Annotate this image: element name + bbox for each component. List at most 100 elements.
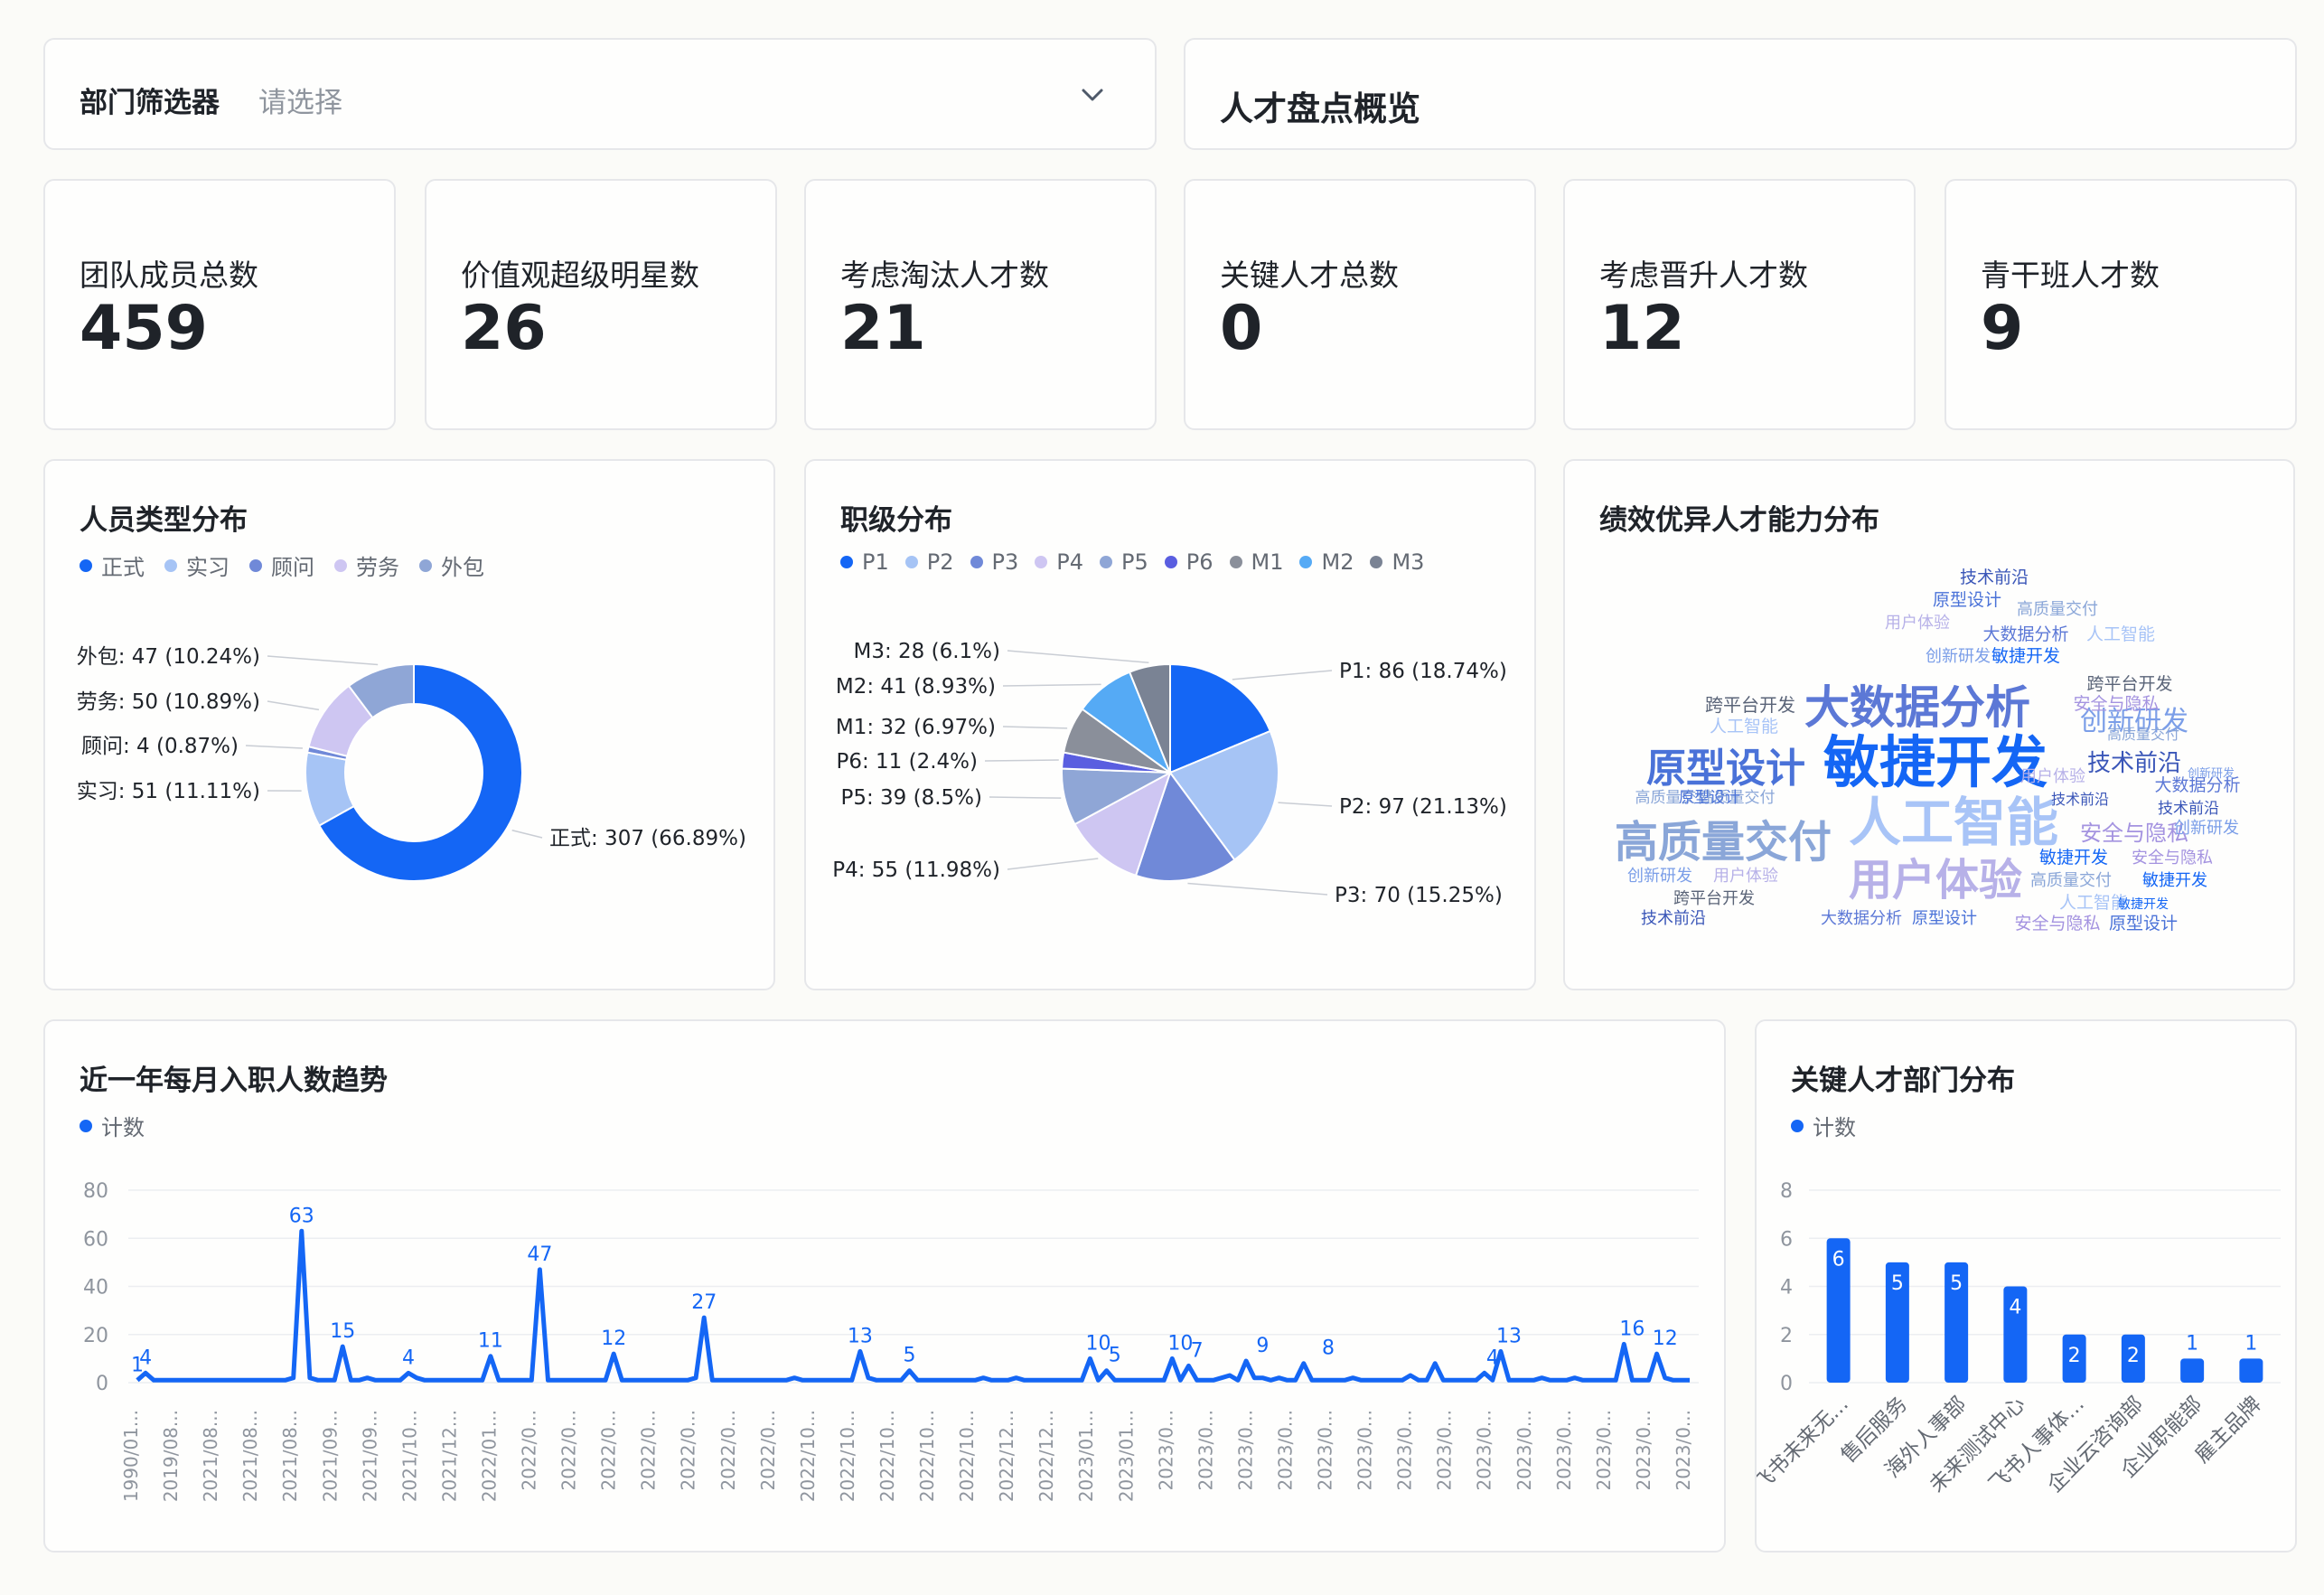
kpi-card-elimination: 考虑淘汰人才数 21 bbox=[804, 179, 1157, 430]
data-label: 8 bbox=[1322, 1337, 1335, 1360]
level-distribution-card: 职级分布 P1 P2 P3 P4 P5 P6 M1 M2 M3 P1: 86 (… bbox=[804, 459, 1536, 990]
x-tick-label: 雇主品牌 bbox=[2190, 1393, 2265, 1468]
y-tick-label: 80 bbox=[83, 1180, 108, 1203]
data-label: 12 bbox=[601, 1328, 626, 1350]
label-leader-line bbox=[1278, 802, 1333, 807]
cloud-word: 用户体验 bbox=[2020, 767, 2085, 786]
cloud-word: 高质量交付 bbox=[2107, 726, 2179, 743]
y-tick-label: 4 bbox=[1780, 1277, 1793, 1299]
overview-title-card: 人才盘点概览 bbox=[1184, 38, 2297, 150]
label-leader-line bbox=[984, 759, 1059, 762]
chevron-down-icon[interactable] bbox=[1079, 81, 1106, 112]
label-leader-line bbox=[1232, 670, 1333, 680]
cloud-word: 高质量交付 bbox=[2017, 600, 2098, 619]
cloud-word: 敏捷开发 bbox=[2118, 897, 2169, 912]
cloud-word: 用户体验 bbox=[1885, 614, 1950, 633]
kpi-label: 考虑淘汰人才数 bbox=[840, 258, 1049, 293]
y-tick-label: 0 bbox=[1780, 1373, 1793, 1395]
data-label: 9 bbox=[1256, 1335, 1269, 1357]
cloud-word: 技术前沿 bbox=[2087, 750, 2181, 777]
cloud-word: 安全与隐私 bbox=[2080, 821, 2188, 846]
y-tick-label: 0 bbox=[96, 1373, 108, 1395]
bar-value-label: 1 bbox=[2244, 1332, 2257, 1355]
label-leader-line bbox=[989, 796, 1062, 799]
kpi-card-key-talent: 关键人才总数 0 bbox=[1184, 179, 1536, 430]
kpi-value: 26 bbox=[461, 293, 547, 364]
slice-label: M2: 41 (8.93%) bbox=[836, 675, 996, 699]
label-leader-line bbox=[511, 830, 543, 839]
cloud-word: 创新研发 bbox=[1627, 867, 1692, 886]
x-tick-label: 2021/09... bbox=[319, 1410, 341, 1502]
slice-label: P1: 86 (18.74%) bbox=[1339, 660, 1507, 683]
label-leader-line bbox=[267, 700, 320, 711]
x-tick-label: 2023/0... bbox=[1394, 1410, 1416, 1490]
cloud-word: 跨平台开发 bbox=[2086, 674, 2172, 694]
department-filter-card[interactable]: 部门筛选器 请选择 bbox=[43, 38, 1157, 150]
cloud-word: 大数据分析 bbox=[1821, 909, 1902, 928]
kpi-value: 0 bbox=[1220, 293, 1263, 364]
label-leader-line bbox=[1002, 726, 1068, 729]
cloud-word: 人工智能 bbox=[1710, 717, 1778, 737]
filter-label: 部门筛选器 bbox=[80, 87, 220, 119]
x-tick-label: 2022/01... bbox=[478, 1410, 500, 1502]
personnel-type-card: 人员类型分布 正式 实习 顾问 劳务 外包 正式: 307 (66.89%) 实习… bbox=[43, 459, 775, 990]
slice-label: 正式: 307 (66.89%) bbox=[549, 827, 746, 850]
label-leader-line bbox=[1007, 650, 1149, 664]
data-label: 10 bbox=[1086, 1332, 1111, 1355]
kpi-card-values-star: 价值观超级明星数 26 bbox=[425, 179, 777, 430]
data-label: 4 bbox=[402, 1346, 415, 1369]
x-tick-label: 2023/0... bbox=[1434, 1410, 1456, 1490]
x-tick-label: 2022/0... bbox=[717, 1410, 739, 1490]
cloud-word: 安全与隐私 bbox=[2014, 914, 2100, 934]
cloud-word: 创新研发 bbox=[1926, 647, 1991, 666]
x-tick-label: 2022/0... bbox=[598, 1410, 620, 1490]
slice-label: 劳务: 50 (10.89%) bbox=[77, 690, 260, 714]
cloud-word: 技术前沿 bbox=[1960, 568, 2029, 587]
slice-label: 外包: 47 (10.24%) bbox=[77, 645, 260, 669]
cloud-word: 人工智能 bbox=[1849, 792, 2058, 853]
bar-chart: 024686飞书未来无...5售后服务5海外人事部4未来测试中心2飞书人事体..… bbox=[1757, 1180, 2281, 1497]
slice-label: 顾问: 4 (0.87%) bbox=[81, 735, 239, 758]
data-label: 7 bbox=[1191, 1339, 1204, 1362]
x-tick-label: 2021/08... bbox=[239, 1410, 261, 1502]
x-tick-label: 2023/0... bbox=[1234, 1410, 1256, 1490]
cloud-word: 技术前沿 bbox=[2051, 791, 2109, 808]
x-tick-label: 2023/0... bbox=[1315, 1410, 1336, 1490]
x-tick-label: 2023/0... bbox=[1513, 1410, 1535, 1490]
data-label: 12 bbox=[1653, 1328, 1678, 1350]
cloud-word: 原型设计 bbox=[2109, 914, 2178, 934]
cloud-word: 敏捷开发 bbox=[2039, 848, 2108, 868]
data-label: 13 bbox=[1496, 1325, 1522, 1347]
x-tick-label: 2022/12... bbox=[1035, 1410, 1057, 1502]
x-tick-label: 2022/0... bbox=[558, 1410, 580, 1490]
cloud-word: 高质量交付 bbox=[1615, 817, 1832, 868]
data-label: 16 bbox=[1619, 1318, 1645, 1340]
x-tick-label: 2022/0... bbox=[678, 1410, 699, 1490]
wordcloud-card: 绩效优异人才能力分布 敏捷开发 人工智能 大数据分析 高质量交付 原型设计 用户体验 创新研… bbox=[1563, 459, 2295, 990]
slice-label: P5: 39 (8.5%) bbox=[840, 786, 982, 810]
cloud-word: 敏捷开发 bbox=[1823, 729, 2048, 795]
filter-select[interactable]: 请选择 bbox=[258, 80, 342, 120]
y-tick-label: 2 bbox=[1780, 1325, 1793, 1347]
x-tick-label: 2022/12... bbox=[996, 1410, 1017, 1502]
bar-value-label: 1 bbox=[2186, 1332, 2198, 1355]
cloud-word: 原型设计 bbox=[1912, 909, 1977, 928]
cloud-word: 跨平台开发 bbox=[1705, 694, 1795, 716]
cloud-word: 用户体验 bbox=[1713, 867, 1778, 886]
label-leader-line bbox=[1002, 683, 1101, 687]
bar-value-label: 2 bbox=[2068, 1345, 2081, 1367]
x-tick-label: 2023/0... bbox=[1195, 1410, 1216, 1490]
kpi-label: 考虑晋升人才数 bbox=[1599, 258, 1808, 293]
data-label: 10 bbox=[1167, 1332, 1193, 1355]
x-tick-label: 2022/0... bbox=[638, 1410, 660, 1490]
x-tick-label: 2023/01... bbox=[1115, 1410, 1137, 1502]
cloud-word: 技术前沿 bbox=[1641, 909, 1706, 928]
label-leader-line bbox=[1187, 882, 1328, 896]
cloud-word: 用户体验 bbox=[1849, 855, 2022, 905]
y-tick-label: 40 bbox=[83, 1277, 108, 1299]
label-leader-line bbox=[245, 745, 303, 749]
cloud-word: 原型设计 bbox=[1646, 746, 1805, 792]
x-tick-label: 2022/10... bbox=[837, 1410, 858, 1502]
x-tick-label: 2022/10... bbox=[956, 1410, 978, 1502]
x-tick-label: 2023/0... bbox=[1155, 1410, 1176, 1490]
